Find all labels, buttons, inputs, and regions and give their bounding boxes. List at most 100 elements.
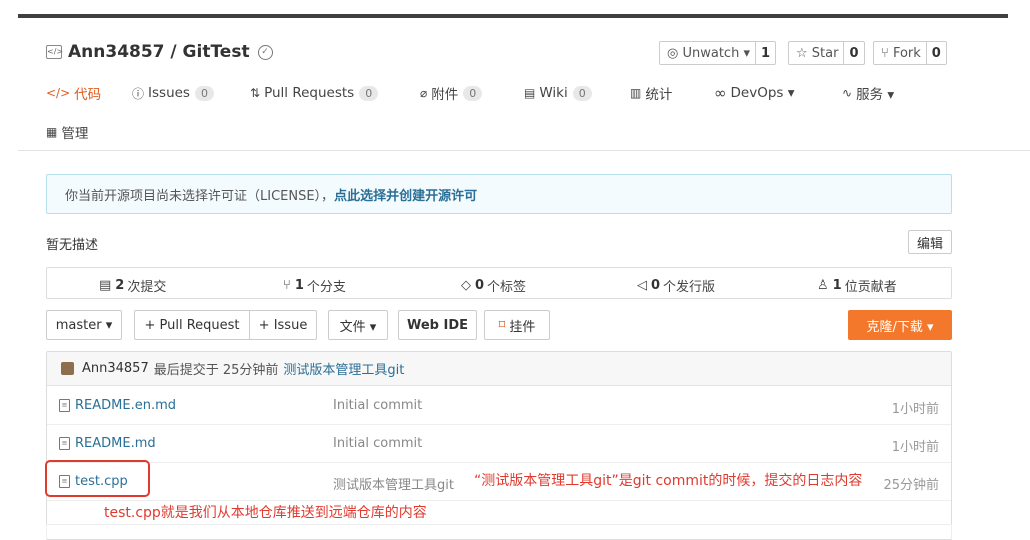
fork-control[interactable]: ⑂ Fork 0 — [873, 41, 947, 65]
pull-request-icon: ⇅ — [250, 86, 261, 100]
file-time: 1小时前 — [891, 440, 939, 455]
tab-pulls-count: 0 — [359, 85, 379, 101]
branch-select[interactable]: master ▾ — [46, 310, 122, 340]
tab-services-label: 服务 ▾ — [856, 87, 895, 103]
unwatch-label: Unwatch ▾ — [682, 45, 750, 61]
fork-button[interactable]: ⑂ Fork 0 — [873, 41, 947, 65]
branches-label: 个分支 — [306, 280, 346, 295]
releases-count: 0 — [651, 278, 661, 293]
file-commit-message[interactable]: 测试版本管理工具git — [333, 474, 454, 493]
annotation-commit-note: “测试版本管理工具git”是git commit的时候，提交的日志内容 — [474, 473, 863, 489]
tab-code[interactable]: </> 代码 — [46, 83, 101, 103]
repo-description: 暂无描述 — [46, 238, 99, 253]
stat-contributors[interactable]: ♙ 1 位贡献者 — [817, 276, 897, 295]
tab-devops[interactable]: ∞ DevOps ▾ — [714, 84, 795, 102]
file-row[interactable]: ≡ README.en.md Initial commit 1小时前 — [47, 387, 951, 425]
tags-count: 0 — [475, 278, 485, 293]
edit-description-button[interactable]: 编辑 — [908, 230, 952, 254]
tab-code-label: 代码 — [74, 87, 102, 103]
verified-badge-icon[interactable]: ✓ — [257, 44, 273, 60]
tab-pull-requests[interactable]: ⇅ Pull Requests 0 — [250, 85, 379, 101]
commit-info: 最后提交于 25分钟前 — [153, 363, 279, 378]
tab-devops-label: DevOps ▾ — [730, 85, 795, 101]
avatar[interactable] — [61, 362, 74, 375]
file-icon: ≡ — [59, 437, 70, 450]
star-button[interactable]: ☆ Star 0 — [788, 41, 865, 65]
tab-pulls-label: Pull Requests — [264, 85, 355, 101]
star-icon: ☆ — [796, 45, 812, 61]
file-name: README.md — [75, 436, 156, 451]
stat-tags[interactable]: ◇ 0 个标签 — [461, 276, 526, 295]
tab-issues-label: Issues — [148, 85, 190, 101]
clone-download-button[interactable]: 克隆/下载 ▾ — [848, 310, 952, 340]
tab-attach-count: 0 — [463, 85, 483, 101]
bar-chart-icon: ▥ — [630, 86, 642, 100]
file-commit-message[interactable]: Initial commit — [333, 398, 422, 413]
repo-stats-bar: ▤ 2 次提交 ⑂ 1 个分支 ◇ 0 个标签 ◁ 0 个发行版 ♙ 1 位贡献… — [46, 267, 952, 299]
file-commit-message[interactable]: Initial commit — [333, 436, 422, 451]
tags-label: 个标签 — [487, 280, 527, 295]
readme-box — [46, 524, 952, 540]
license-notice: 你当前开源项目尚未选择许可证（LICENSE）， 点此选择并创建开源许可 — [46, 174, 952, 214]
code-icon: </> — [46, 86, 71, 100]
star-count: 0 — [843, 42, 863, 64]
new-issue-button[interactable]: + Issue — [249, 310, 317, 340]
eye-icon: ◎ — [667, 45, 683, 61]
file-icon: ≡ — [59, 399, 70, 412]
star-control[interactable]: ☆ Star 0 — [788, 41, 865, 65]
releases-label: 个发行版 — [663, 280, 716, 295]
bookmark-icon: ⌑ — [498, 317, 506, 333]
annotation-file-note: test.cpp就是我们从本地仓库推送到远端仓库的内容 — [104, 505, 427, 521]
book-icon: ▤ — [524, 86, 536, 100]
plugin-label: 挂件 — [509, 319, 536, 335]
fork-icon: ⑂ — [881, 45, 893, 61]
file-menu-button[interactable]: 文件 ▾ — [328, 310, 388, 340]
unwatch-button[interactable]: ◎ Unwatch ▾ 1 — [659, 41, 777, 65]
file-link[interactable]: ≡ README.en.md — [59, 398, 176, 413]
tab-stats-label: 统计 — [645, 87, 673, 103]
repo-title[interactable]: Ann34857 / GitTest — [68, 42, 250, 62]
commits-count: 2 — [115, 278, 125, 293]
star-label: Star — [811, 45, 839, 61]
tab-attachments[interactable]: ⌀ 附件 0 — [420, 83, 483, 103]
plugin-button[interactable]: ⌑ 挂件 — [484, 310, 550, 340]
license-notice-text: 你当前开源项目尚未选择许可证（LICENSE）， — [65, 188, 335, 204]
stat-commits[interactable]: ▤ 2 次提交 — [99, 276, 166, 295]
tab-manage[interactable]: ▦ 管理 — [46, 122, 88, 142]
tab-attach-label: 附件 — [431, 87, 459, 103]
branch-icon: ⑂ — [283, 278, 291, 293]
tab-wiki-count: 0 — [572, 85, 592, 101]
fork-count: 0 — [925, 42, 946, 64]
file-link[interactable]: ≡ README.md — [59, 436, 156, 451]
tab-stats[interactable]: ▥ 统计 — [630, 83, 672, 103]
contributors-label: 位贡献者 — [844, 280, 897, 295]
top-bar — [18, 14, 1008, 18]
tab-wiki[interactable]: ▤ Wiki 0 — [524, 85, 592, 101]
stat-releases[interactable]: ◁ 0 个发行版 — [637, 276, 715, 295]
paperclip-icon: ⌀ — [420, 86, 428, 100]
tab-issues[interactable]: ⓘ Issues 0 — [132, 85, 214, 102]
repo-toolbar: master ▾ + Pull Request + Issue 文件 ▾ Web… — [46, 310, 952, 340]
contributors-count: 1 — [832, 278, 842, 293]
file-row[interactable]: ≡ README.md Initial commit 1小时前 — [47, 425, 951, 463]
header-divider — [18, 150, 1030, 151]
commit-message[interactable]: 测试版本管理工具git — [283, 359, 404, 378]
stat-branches[interactable]: ⑂ 1 个分支 — [283, 276, 346, 295]
fork-label: Fork — [892, 45, 921, 61]
new-pull-request-button[interactable]: + Pull Request — [134, 310, 249, 340]
commits-label: 次提交 — [127, 280, 167, 295]
file-time: 25分钟前 — [883, 478, 939, 493]
repo-title-row: </> Ann34857 / GitTest ✓ — [46, 40, 273, 64]
commit-author[interactable]: Ann34857 — [82, 361, 149, 376]
tab-manage-label: 管理 — [61, 126, 89, 142]
clipboard-icon: ▦ — [46, 125, 58, 139]
infinity-icon: ∞ — [714, 84, 727, 102]
repo-icon: </> — [46, 45, 63, 59]
web-ide-button[interactable]: Web IDE — [398, 310, 477, 340]
file-time: 1小时前 — [891, 402, 939, 417]
issue-icon: ⓘ — [132, 86, 145, 101]
license-create-link[interactable]: 点此选择并创建开源许可 — [334, 185, 477, 204]
unwatch-control[interactable]: ◎ Unwatch ▾ 1 — [659, 41, 777, 65]
tab-wiki-label: Wiki — [539, 85, 568, 101]
tab-services[interactable]: ∿ 服务 ▾ — [842, 83, 894, 103]
